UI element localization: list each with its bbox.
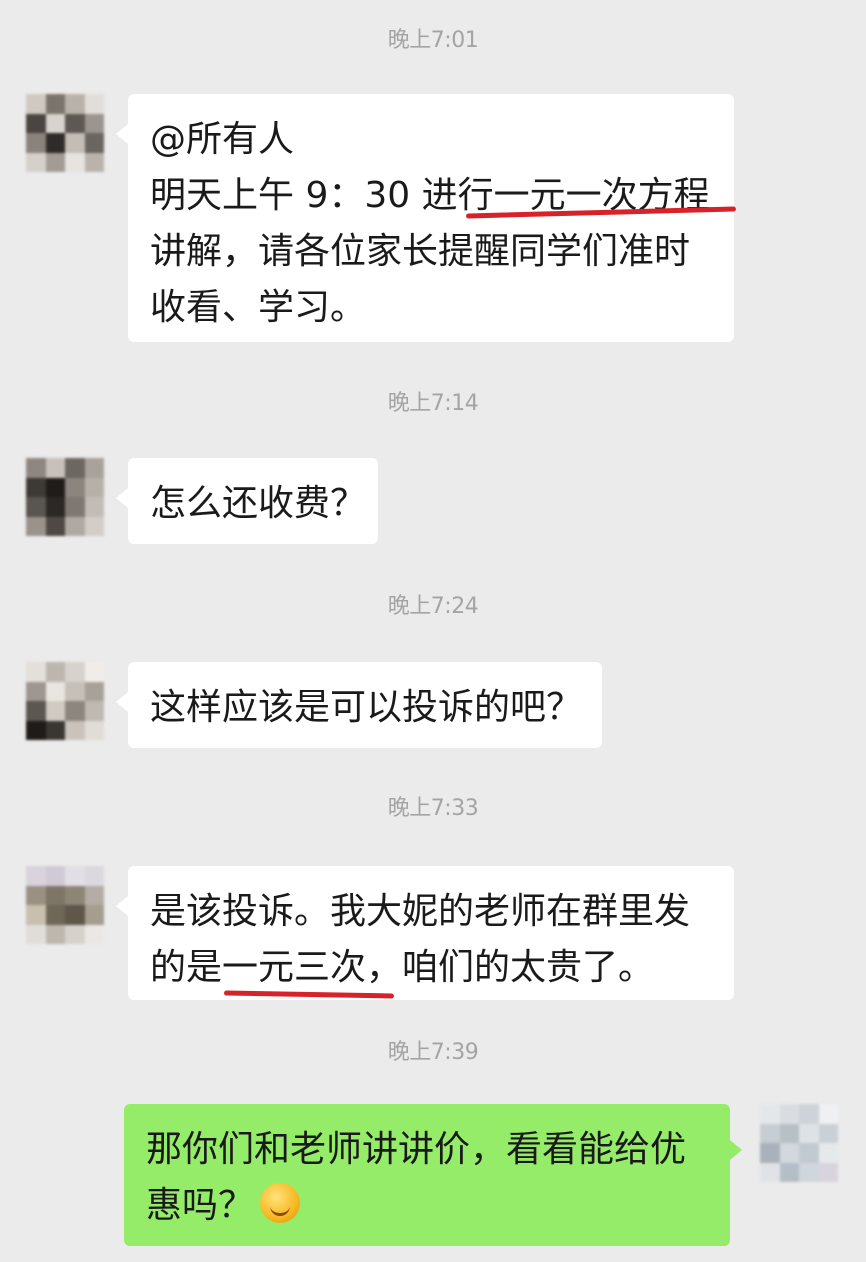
message-text: 这样应该是可以投诉的吧？ — [150, 687, 583, 728]
message-text: 惠吗？ — [146, 1185, 255, 1226]
message-text: 那你们和老师讲讲价，看看能给优 — [146, 1129, 687, 1170]
avatar[interactable] — [26, 458, 104, 536]
grinning-sweat-emoji-icon — [260, 1183, 301, 1223]
message-text: 怎么还收费？ — [150, 483, 367, 524]
timestamp: 晚上7:01 — [387, 28, 479, 53]
message-text: 明天上午 9：30 进行一元一次方程 — [150, 175, 710, 216]
timestamp: 晚上7:24 — [387, 594, 479, 619]
timestamp: 晚上7:39 — [387, 1040, 479, 1065]
message-bubble[interactable]: 怎么还收费？ — [116, 458, 378, 544]
message-text-with-emoji: 惠吗？ — [146, 1178, 708, 1234]
message-text: 是该投诉。我大妮的老师在群里发 — [150, 891, 691, 932]
message-text: @所有人 — [150, 119, 295, 160]
avatar[interactable] — [26, 662, 104, 740]
message-text: 讲解，请各位家长提醒同学们准时 — [150, 231, 691, 272]
message-bubble[interactable]: 这样应该是可以投诉的吧？ — [116, 662, 602, 748]
message-bubble[interactable]: @所有人 明天上午 9：30 进行一元一次方程 讲解，请各位家长提醒同学们准时 … — [116, 94, 734, 342]
timestamp: 晚上7:33 — [387, 796, 479, 821]
message-bubble[interactable]: 那你们和老师讲讲价，看看能给优 惠吗？ — [124, 1104, 742, 1246]
avatar[interactable] — [26, 866, 104, 944]
message-text: 收看、学习。 — [150, 287, 367, 328]
message-bubble[interactable]: 是该投诉。我大妮的老师在群里发 的是一元三次，咱们的太贵了。 — [116, 866, 734, 1000]
timestamp: 晚上7:14 — [387, 391, 479, 416]
avatar[interactable] — [760, 1104, 838, 1182]
avatar[interactable] — [26, 94, 104, 172]
message-text: 的是一元三次，咱们的太贵了。 — [150, 947, 655, 988]
